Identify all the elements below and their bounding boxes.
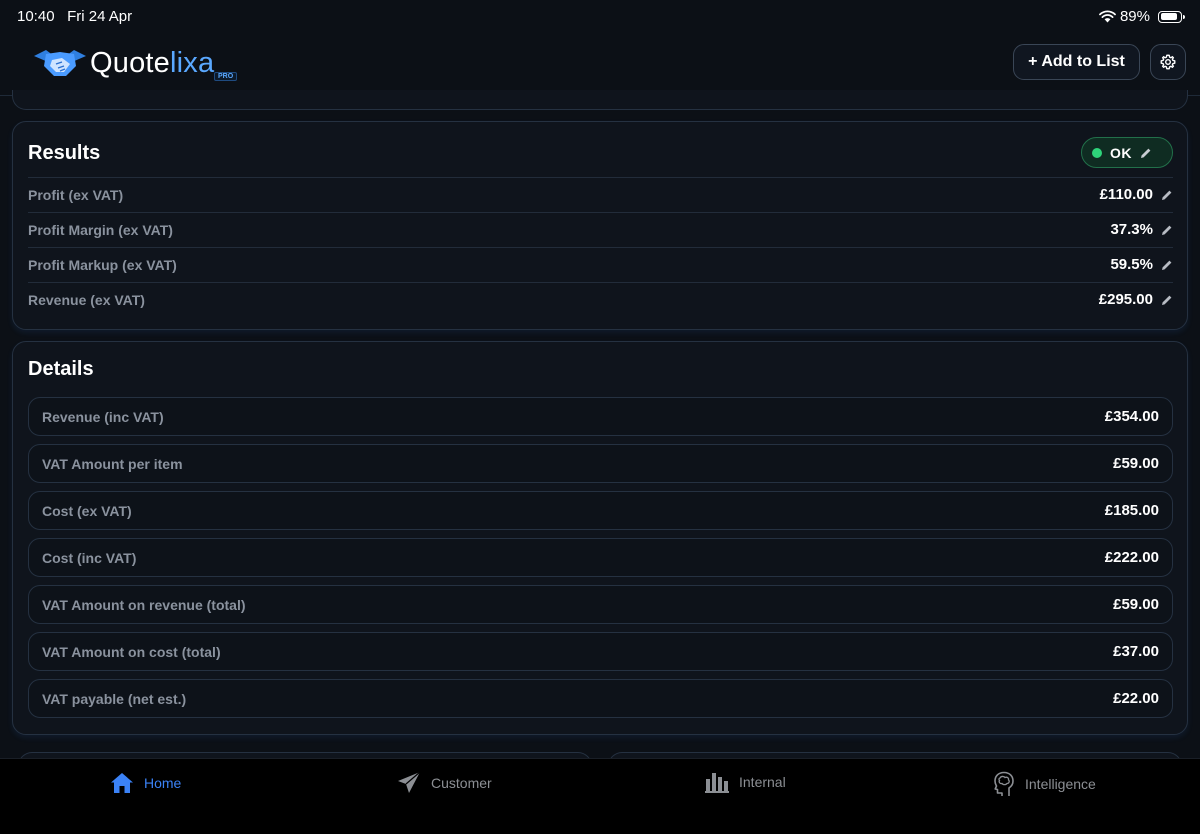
app-logo: Quotelixa PRO — [32, 46, 238, 81]
result-label: Revenue (ex VAT) — [28, 292, 145, 308]
tab-intelligence-label: Intelligence — [1025, 776, 1096, 792]
app-header: Quotelixa PRO + Add to List — [0, 32, 1200, 96]
tab-home[interactable]: Home — [110, 771, 181, 795]
result-row: Profit (ex VAT) £110.00 — [28, 177, 1173, 212]
detail-row: VAT Amount per item £59.00 — [28, 444, 1173, 483]
detail-value: £354.00 — [1104, 408, 1159, 425]
status-clock: 10:40 — [17, 8, 55, 25]
details-title: Details — [28, 358, 94, 380]
pencil-icon[interactable] — [1161, 189, 1173, 201]
previous-card-edge — [12, 90, 1188, 110]
results-card: Results OK Profit (ex VAT) £110.00 Profi… — [12, 121, 1188, 330]
handshake-icon — [34, 50, 86, 76]
tab-bar: Home Customer Internal Intelligence — [0, 758, 1200, 834]
pencil-icon[interactable] — [1161, 259, 1173, 271]
details-card: Details Revenue (inc VAT) £354.00 VAT Am… — [12, 341, 1188, 735]
tab-customer[interactable]: Customer — [397, 771, 492, 795]
detail-value: £222.00 — [1104, 549, 1159, 566]
result-label: Profit Margin (ex VAT) — [28, 222, 173, 238]
result-label: Profit (ex VAT) — [28, 187, 124, 203]
detail-value: £22.00 — [1113, 690, 1159, 707]
add-to-list-button[interactable]: + Add to List — [1013, 44, 1140, 80]
detail-value: £59.00 — [1113, 455, 1159, 472]
detail-label: Revenue (inc VAT) — [42, 409, 164, 425]
pro-badge: PRO — [214, 72, 238, 81]
gear-icon — [1160, 54, 1176, 70]
status-dot — [1092, 147, 1102, 158]
wifi-icon — [1099, 10, 1116, 23]
logo-text-lixa: lixa — [170, 46, 215, 79]
detail-value: £37.00 — [1113, 643, 1159, 660]
pencil-icon[interactable] — [1161, 294, 1173, 306]
result-value: £295.00 — [1098, 291, 1153, 308]
home-icon — [111, 773, 133, 793]
detail-row: Cost (inc VAT) £222.00 — [28, 538, 1173, 577]
status-date: Fri 24 Apr — [67, 8, 133, 25]
detail-label: Cost (ex VAT) — [42, 503, 132, 519]
battery-icon — [1158, 10, 1185, 23]
result-row: Revenue (ex VAT) £295.00 — [28, 282, 1173, 317]
settings-button[interactable] — [1150, 44, 1186, 80]
battery-fill — [1160, 13, 1177, 20]
result-row: Profit Markup (ex VAT) 59.5% — [28, 247, 1173, 282]
detail-label: VAT Amount on cost (total) — [42, 644, 221, 660]
detail-value: £59.00 — [1113, 596, 1159, 613]
detail-row: VAT Amount on cost (total) £37.00 — [28, 632, 1173, 671]
pencil-icon[interactable] — [1161, 224, 1173, 236]
brain-head-icon — [994, 771, 1014, 796]
paper-plane-icon — [398, 771, 421, 793]
detail-row: VAT Amount on revenue (total) £59.00 — [28, 585, 1173, 624]
result-label: Profit Markup (ex VAT) — [28, 257, 177, 273]
detail-row: Cost (ex VAT) £185.00 — [28, 491, 1173, 530]
result-row: Profit Margin (ex VAT) 37.3% — [28, 212, 1173, 247]
status-bar: 10:40 Fri 24 Apr 89% — [0, 0, 1200, 32]
tab-internal[interactable]: Internal — [705, 771, 786, 793]
result-value: 59.5% — [1110, 256, 1153, 273]
logo-wordmark: Quotelixa — [90, 47, 214, 80]
detail-label: VAT Amount on revenue (total) — [42, 597, 246, 613]
tab-customer-label: Customer — [431, 775, 492, 791]
result-value: 37.3% — [1110, 221, 1153, 238]
tab-home-label: Home — [144, 775, 182, 791]
results-title: Results — [28, 142, 101, 164]
logo-text-quote: Quote — [90, 46, 170, 79]
status-time: 10:40 Fri 24 Apr — [17, 8, 132, 25]
battery-percent: 89% — [1119, 8, 1150, 25]
result-value: £110.00 — [1099, 186, 1153, 203]
status-text: OK — [1110, 144, 1132, 161]
tab-internal-label: Internal — [739, 774, 786, 790]
pencil-icon — [1141, 148, 1151, 158]
detail-label: VAT payable (net est.) — [42, 691, 187, 707]
tab-intelligence[interactable]: Intelligence — [993, 771, 1096, 797]
detail-row: Revenue (inc VAT) £354.00 — [28, 397, 1173, 436]
detail-label: Cost (inc VAT) — [42, 550, 137, 566]
detail-value: £185.00 — [1104, 502, 1159, 519]
detail-row: VAT payable (net est.) £22.00 — [28, 679, 1173, 718]
status-badge[interactable]: OK — [1081, 137, 1173, 168]
bar-chart-icon — [705, 773, 729, 793]
status-indicators: 89% — [1099, 8, 1185, 25]
detail-label: VAT Amount per item — [42, 456, 183, 472]
